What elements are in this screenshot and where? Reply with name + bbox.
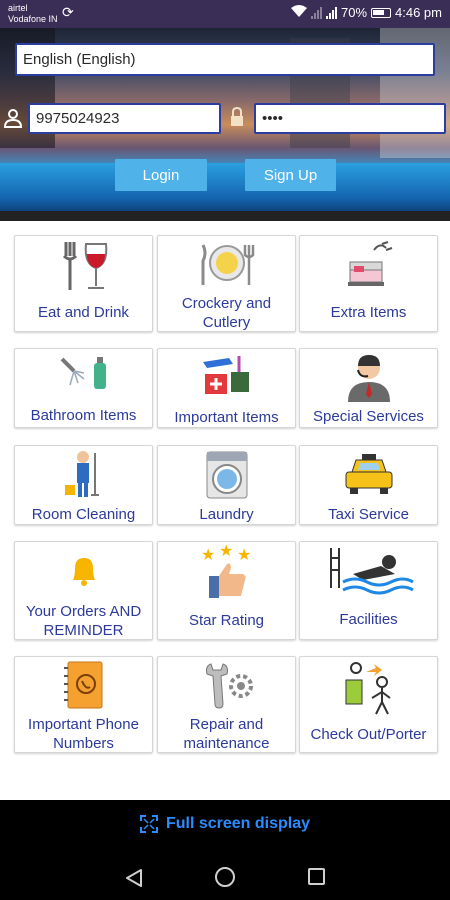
battery-icon — [371, 8, 392, 18]
tile-label: Facilities — [339, 611, 398, 628]
tile-check-out-porter[interactable]: Check Out/Porter — [299, 656, 438, 753]
recent-apps-icon[interactable] — [308, 868, 325, 885]
phone-input[interactable]: 9975024923 — [28, 103, 221, 134]
receptionist-headset-icon — [347, 355, 390, 402]
tile-label: Check Out/Porter — [310, 726, 427, 743]
taxi-icon — [345, 454, 392, 494]
pool-image — [0, 163, 450, 221]
tile-label: Star Rating — [188, 612, 265, 629]
tile-eat-and-drink[interactable]: Eat and Drink — [14, 235, 153, 332]
porter-luggage-icon — [345, 662, 391, 715]
back-icon[interactable] — [124, 868, 144, 888]
fullscreen-label: Full screen display — [165, 815, 311, 832]
clock: 4:46 pm — [395, 5, 442, 20]
battery-percent: 70% — [340, 5, 368, 20]
tile-facilities[interactable]: Facilities — [299, 541, 438, 640]
carrier-line-1: airtel — [8, 3, 28, 13]
pool-swimmer-icon — [329, 548, 414, 595]
svg-text:★: ★ — [201, 545, 215, 564]
svg-text:★: ★ — [219, 544, 233, 560]
cleaner-mop-icon — [64, 451, 99, 497]
tile-crockery-and-cutlery[interactable]: Crockery and Cutlery — [157, 235, 296, 332]
password-input-value: •••• — [262, 110, 284, 127]
tile-label: Bathroom Items — [30, 407, 137, 424]
login-button[interactable]: Login — [115, 159, 207, 191]
phone-input-value: 9975024923 — [36, 110, 120, 127]
sync-icon: ⟳ — [62, 4, 74, 20]
tile-bathroom-items[interactable]: Bathroom Items — [14, 348, 153, 428]
tile-label: Special Services — [313, 408, 424, 425]
first-aid-stapler-icon — [202, 356, 249, 394]
lock-icon — [231, 106, 243, 126]
tile-label: Repair and maintenance — [183, 716, 270, 752]
password-input[interactable]: •••• — [254, 103, 446, 134]
tile-your-orders-and-reminder[interactable]: Your Orders AND REMINDER — [14, 541, 153, 640]
tile-label: Extra Items — [330, 304, 407, 321]
tile-important-phone-numbers[interactable]: Important Phone Numbers — [14, 656, 153, 753]
stars-thumbs-up-icon: ★ ★ ★ — [201, 544, 251, 598]
language-select[interactable]: English (English) — [15, 43, 435, 76]
tile-label: Your Orders AND REMINDER — [25, 603, 142, 639]
user-icon — [4, 109, 22, 128]
tile-label: Eat and Drink — [38, 304, 129, 321]
bell-icon — [72, 558, 95, 586]
tile-label: Crockery and Cutlery — [181, 295, 272, 331]
fullscreen-button[interactable]: Full screen display — [0, 800, 450, 848]
wrench-gear-icon — [205, 663, 253, 709]
plate-cutlery-icon — [201, 244, 254, 285]
fork-wine-glass-icon — [62, 242, 107, 290]
tile-label: Taxi Service — [328, 506, 409, 523]
tile-important-items[interactable]: Important Items — [157, 348, 296, 428]
signup-button[interactable]: Sign Up — [245, 159, 336, 191]
tile-extra-items[interactable]: Extra Items — [299, 235, 438, 332]
signal-icon-sim1 — [325, 7, 337, 19]
bed-bell-icon — [347, 241, 392, 286]
tile-label: Laundry — [199, 506, 254, 523]
tile-laundry[interactable]: Laundry — [157, 445, 296, 525]
tile-repair-and-maintenance[interactable]: Repair and maintenance — [157, 656, 296, 753]
svg-text:★: ★ — [237, 545, 251, 564]
tile-label: Important Phone Numbers — [28, 716, 139, 752]
tile-label: Important Items — [174, 409, 279, 426]
carrier-info: airtel Vodafone IN — [8, 3, 58, 25]
expand-icon — [139, 815, 158, 833]
tile-taxi-service[interactable]: Taxi Service — [299, 445, 438, 525]
shower-soap-icon — [60, 357, 106, 389]
phone-book-icon — [63, 661, 102, 709]
tile-special-services[interactable]: Special Services — [299, 348, 438, 428]
tile-label: Room Cleaning — [31, 506, 136, 523]
wifi-icon — [290, 5, 307, 21]
language-select-value: English (English) — [23, 51, 136, 68]
signal-icon-sim2 — [310, 7, 322, 19]
washing-machine-icon — [206, 451, 247, 499]
status-bar: airtel Vodafone IN ⟳ 70% 4:46 pm — [0, 0, 450, 28]
tile-room-cleaning[interactable]: Room Cleaning — [14, 445, 153, 525]
tile-star-rating[interactable]: ★ ★ ★ Star Rating — [157, 541, 296, 640]
home-icon[interactable] — [215, 867, 235, 887]
carrier-line-2: Vodafone IN — [8, 14, 58, 24]
